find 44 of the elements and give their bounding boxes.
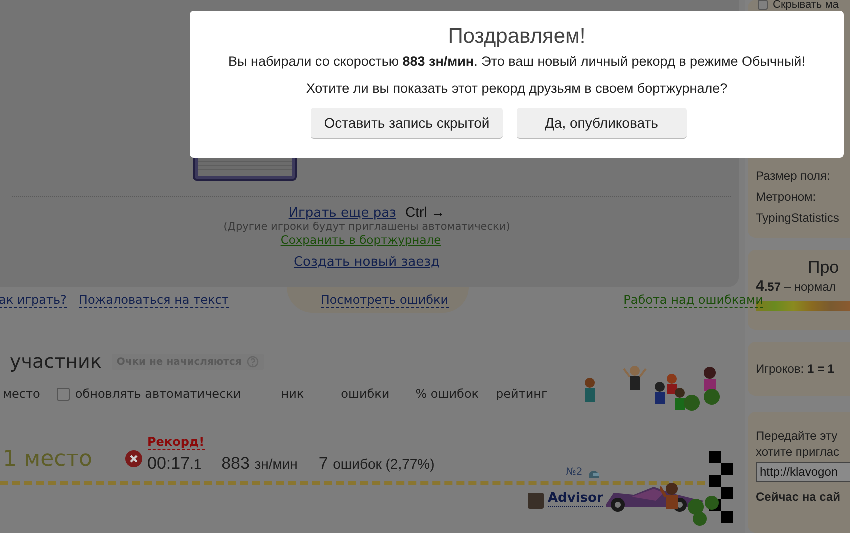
record-label: Рекорд! <box>148 435 205 450</box>
setting-label: Размер поля: <box>756 168 832 185</box>
invite-hint: (Другие игроки будут приглашены автоматически) <box>224 221 510 233</box>
column-header: рейтинг <box>496 387 548 401</box>
rating-value: 4.57 – нормал <box>756 278 838 295</box>
race-time: 00:17.1 <box>148 454 203 474</box>
save-to-journal-link[interactable]: Сохранить в бортжурнале <box>280 233 442 247</box>
play-again-link[interactable]: Играть еще раз <box>288 206 396 221</box>
invite-text: хотите приглас <box>756 444 841 460</box>
online-heading: Сейчас на сай <box>756 490 842 504</box>
complain-link[interactable]: Пожаловаться на текст <box>78 293 229 308</box>
auto-update-checkbox[interactable] <box>57 388 70 400</box>
view-errors-link[interactable]: Посмотреть ошибки <box>320 293 449 308</box>
close-icon[interactable] <box>124 450 142 468</box>
players-count: Игроков: 1 = 1 <box>756 362 834 376</box>
setting-label: Метроном: <box>756 189 818 206</box>
how-to-play-link[interactable]: ак играть? <box>0 293 67 308</box>
hide-option-label: Скрывать ма <box>773 0 839 10</box>
setting-label: TypingStatistics <box>756 210 840 227</box>
auto-update-label: обновлять автоматически <box>75 387 242 401</box>
column-header: % ошибок <box>416 387 480 401</box>
stats-title: Про <box>808 258 840 278</box>
new-race-link[interactable]: Создать новый заезд <box>294 255 440 270</box>
column-header: место <box>3 387 40 401</box>
helmet-icon <box>588 468 600 479</box>
player-name-link[interactable]: Advisor <box>548 491 604 507</box>
place-label: 1 место <box>3 447 92 472</box>
dialog-button[interactable]: Да, опубликовать <box>516 108 687 139</box>
dialog-question: Хотите ли вы показать этот рекорд друзьям в своем бортжурнале? <box>305 81 729 96</box>
dialog-title: Поздравляем! <box>447 25 587 49</box>
hide-checkbox[interactable] <box>758 0 768 10</box>
car-number: №2 <box>566 467 583 478</box>
participants-heading: участник <box>10 351 102 373</box>
error-count: 7 ошибок (2,77%) <box>318 454 435 474</box>
dialog-message: Вы набирали со скоростью 883 зн/мин. Это ваш новый личный рекорд в режиме Обычный! <box>228 54 806 69</box>
invite-url-field[interactable]: http://klavogon <box>756 462 850 482</box>
shortcut-hint: Ctrl → <box>405 204 446 220</box>
view-errors-tab[interactable]: Посмотреть ошибки <box>286 287 469 313</box>
dialog-button[interactable]: Оставить запись скрытой <box>311 108 503 139</box>
invite-text: Передайте эту <box>756 428 839 444</box>
typing-speed: 883 зн/мин <box>222 454 298 474</box>
column-header: ник <box>281 387 304 401</box>
avatar-placeholder <box>528 493 544 509</box>
column-header: ошибки <box>341 387 390 401</box>
